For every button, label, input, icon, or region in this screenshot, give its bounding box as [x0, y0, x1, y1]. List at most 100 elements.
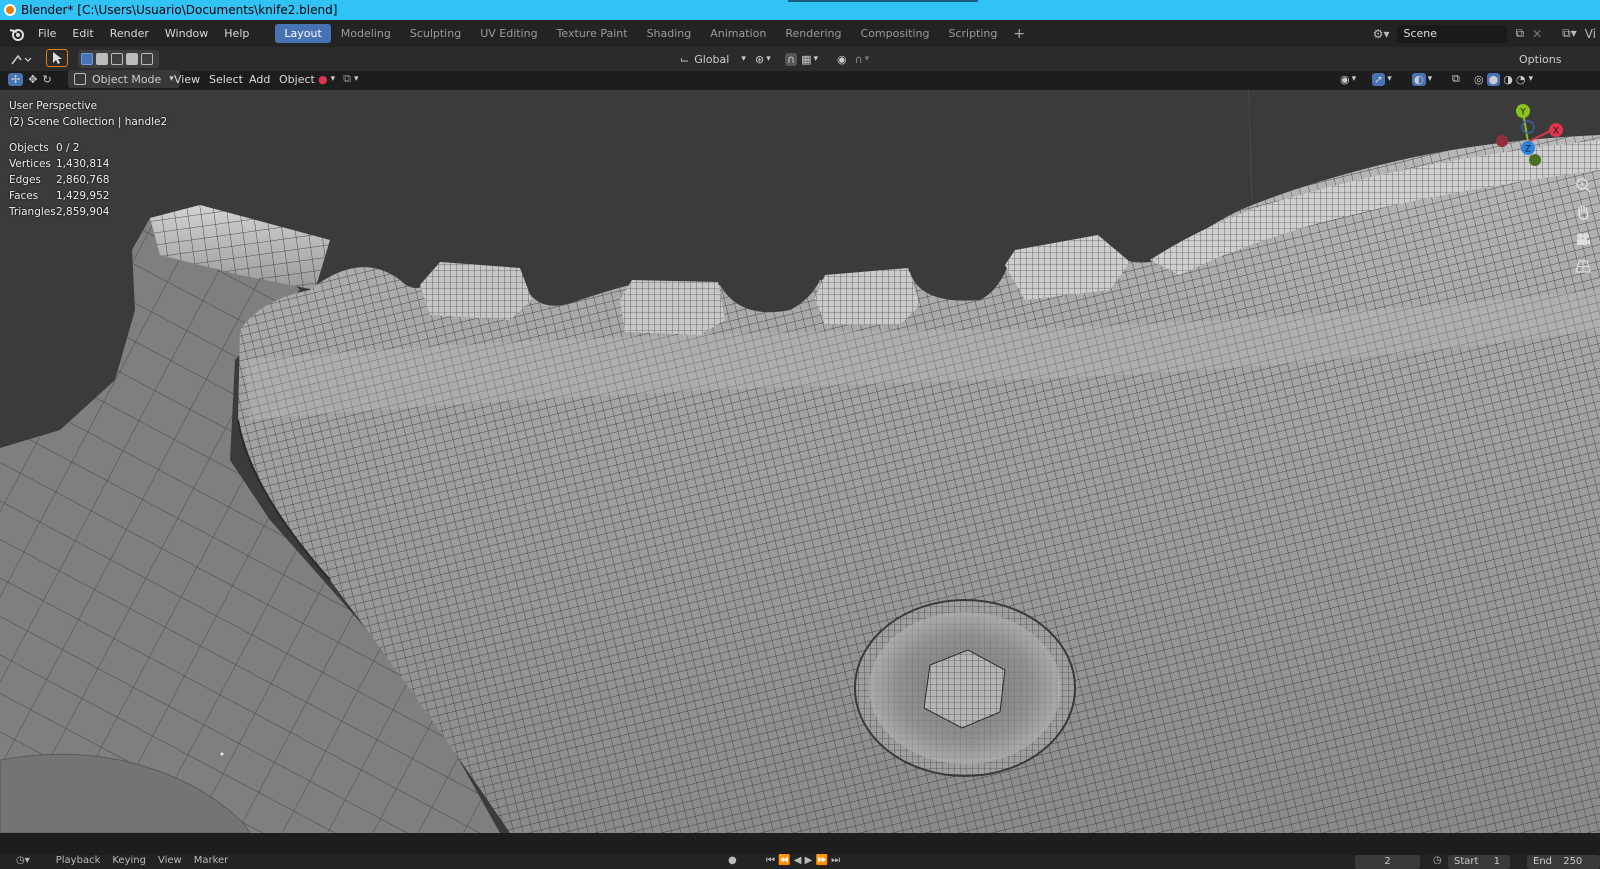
- gizmo-toggle[interactable]: ➚ ▾: [1372, 70, 1392, 88]
- stat-value: 2,859,904: [56, 206, 110, 218]
- orientation-value: Global: [694, 52, 730, 66]
- stat-faces: Faces 1,429,952: [9, 188, 167, 204]
- editor-type-icon[interactable]: [10, 50, 32, 68]
- current-frame-field[interactable]: 2: [1355, 855, 1420, 869]
- navigation-gizmo[interactable]: Y X Z: [1490, 100, 1590, 172]
- playback-controls[interactable]: ⏮ ⏪ ◀ ▶ ⏩ ⏭: [760, 855, 846, 867]
- tab-animation[interactable]: Animation: [701, 24, 775, 43]
- scene-name-field[interactable]: Scene: [1397, 24, 1508, 43]
- tab-layout[interactable]: Layout: [275, 24, 331, 43]
- scene-selector-area: ⚙▾ Scene ⧉ ✕ ⧉▾ Vi: [1369, 20, 1600, 47]
- magnet-icon: ∩: [785, 52, 798, 66]
- viewport-editor-type[interactable]: ✢ ✥ ↻: [8, 70, 52, 88]
- tab-compositing[interactable]: Compositing: [852, 24, 939, 43]
- material-shading-icon[interactable]: ◑: [1503, 73, 1513, 86]
- zoom-icon[interactable]: [1573, 175, 1593, 195]
- timeline-editor-icon[interactable]: ◷▾: [10, 855, 36, 867]
- menu-timeline-view[interactable]: View: [152, 855, 188, 867]
- stat-label: Vertices: [9, 158, 51, 170]
- collection-label: (2) Scene Collection | handle2: [9, 116, 168, 128]
- stat-label: Objects: [9, 142, 49, 154]
- tab-texture-paint[interactable]: Texture Paint: [548, 24, 637, 43]
- xray-toggle[interactable]: ⧉: [1452, 70, 1460, 88]
- tab-shading[interactable]: Shading: [638, 24, 701, 43]
- rotate-tool-icon[interactable]: ↻: [42, 73, 51, 86]
- menu-edit[interactable]: Edit: [64, 24, 101, 44]
- neg-y-axis-icon[interactable]: [1529, 154, 1541, 166]
- visibility-dropdown[interactable]: ◉ ▾: [1340, 70, 1356, 88]
- delete-scene-icon[interactable]: ✕: [1528, 27, 1546, 41]
- overlays-icon: ◐: [1412, 72, 1426, 86]
- tab-modeling[interactable]: Modeling: [332, 24, 400, 43]
- start-frame-field[interactable]: Start 1: [1448, 855, 1510, 869]
- gizmo-icon: ➚: [1372, 72, 1386, 86]
- transform-orientation-dropdown[interactable]: ⌙ Global ▾: [680, 50, 746, 68]
- tab-uv-editing[interactable]: UV Editing: [471, 24, 546, 43]
- tab-rendering[interactable]: Rendering: [776, 24, 850, 43]
- menu-keying[interactable]: Keying: [106, 855, 152, 867]
- select-invert-icon[interactable]: [126, 53, 138, 65]
- rendered-shading-icon[interactable]: ◔: [1516, 73, 1526, 86]
- select-subtract-icon[interactable]: [111, 53, 123, 65]
- add-workspace-button[interactable]: +: [1007, 26, 1031, 42]
- overlays-toggle[interactable]: ◐ ▾: [1412, 70, 1432, 88]
- tab-sculpting[interactable]: Sculpting: [401, 24, 470, 43]
- menu-object[interactable]: Object: [273, 70, 321, 88]
- scene-browse-icon[interactable]: ⚙▾: [1369, 27, 1394, 41]
- titlebar-drag-indicator: [788, 0, 978, 2]
- shading-modes[interactable]: ◎ ● ◑ ◔ ▾: [1474, 70, 1533, 88]
- view-layer-label[interactable]: Vi: [1581, 27, 1600, 41]
- stat-edges: Edges 2,860,768: [9, 172, 167, 188]
- menu-view[interactable]: View: [168, 70, 206, 88]
- record-icon[interactable]: ●: [722, 855, 743, 867]
- pivot-point-dropdown[interactable]: ⊛ ▾: [755, 50, 771, 68]
- menu-playback[interactable]: Playback: [50, 855, 107, 867]
- stat-label: Faces: [9, 190, 39, 202]
- orientation-axes-icon: ⌙: [680, 52, 690, 66]
- move-tool-icon[interactable]: ✢: [8, 72, 24, 86]
- select-intersect-icon[interactable]: [141, 53, 153, 65]
- menu-render[interactable]: Render: [102, 24, 157, 44]
- select-extend-icon[interactable]: [96, 53, 108, 65]
- select-tool-icon[interactable]: [46, 49, 68, 67]
- menu-file[interactable]: File: [30, 24, 64, 44]
- snap-toggle[interactable]: ∩ ▦ ▾: [785, 50, 818, 68]
- proportional-edit-toggle[interactable]: ◉ ∩ ▾: [837, 50, 869, 68]
- wireframe-shading-icon[interactable]: ◎: [1474, 73, 1484, 86]
- tab-scripting[interactable]: Scripting: [939, 24, 1006, 43]
- menu-window[interactable]: Window: [157, 24, 216, 44]
- menu-marker[interactable]: Marker: [188, 855, 235, 867]
- view-layer-icon[interactable]: ⧉▾: [1558, 26, 1581, 41]
- xray-icon: ⧉: [1452, 72, 1460, 85]
- stat-label: Edges: [9, 174, 41, 186]
- stat-value: 0 / 2: [56, 142, 80, 154]
- menu-help[interactable]: Help: [216, 24, 257, 44]
- viewport-header: ✢ ✥ ↻ Object Mode ▾ View Select Add Obje…: [0, 68, 1600, 90]
- end-frame-field[interactable]: End 250: [1527, 855, 1600, 869]
- z-axis-label: Z: [1525, 145, 1531, 155]
- viewport-render[interactable]: [0, 90, 1600, 833]
- brush-icon: ●: [318, 72, 328, 86]
- gpencil-dropdown[interactable]: ● ▾ ⧉ ▾: [318, 70, 359, 88]
- chevron-down-icon: ▾: [354, 74, 359, 84]
- camera-view-icon[interactable]: [1573, 229, 1593, 249]
- pan-hand-icon[interactable]: [1573, 202, 1593, 222]
- chevron-down-icon: ▾: [864, 54, 870, 64]
- neg-z-axis-icon[interactable]: [1521, 120, 1535, 134]
- grab-tool-icon[interactable]: ✥: [28, 73, 37, 86]
- stopwatch-icon[interactable]: ◷: [1427, 855, 1448, 867]
- menu-add[interactable]: Add: [243, 70, 276, 88]
- object-mode-dropdown[interactable]: Object Mode ▾: [68, 70, 180, 88]
- object-mode-icon: [74, 73, 86, 85]
- new-scene-icon[interactable]: ⧉: [1511, 26, 1528, 41]
- options-dropdown[interactable]: Options: [1519, 50, 1561, 68]
- perspective-toggle-icon[interactable]: [1573, 256, 1593, 276]
- solid-shading-icon[interactable]: ●: [1486, 72, 1501, 86]
- chevron-down-icon: ▾: [1387, 74, 1392, 84]
- neg-x-axis-icon[interactable]: [1496, 135, 1508, 147]
- 3d-viewport[interactable]: [0, 90, 1600, 855]
- select-new-icon[interactable]: [81, 53, 93, 65]
- start-label: Start: [1454, 856, 1479, 867]
- blender-logo-icon[interactable]: [4, 20, 30, 47]
- stat-value: 1,429,952: [56, 190, 110, 202]
